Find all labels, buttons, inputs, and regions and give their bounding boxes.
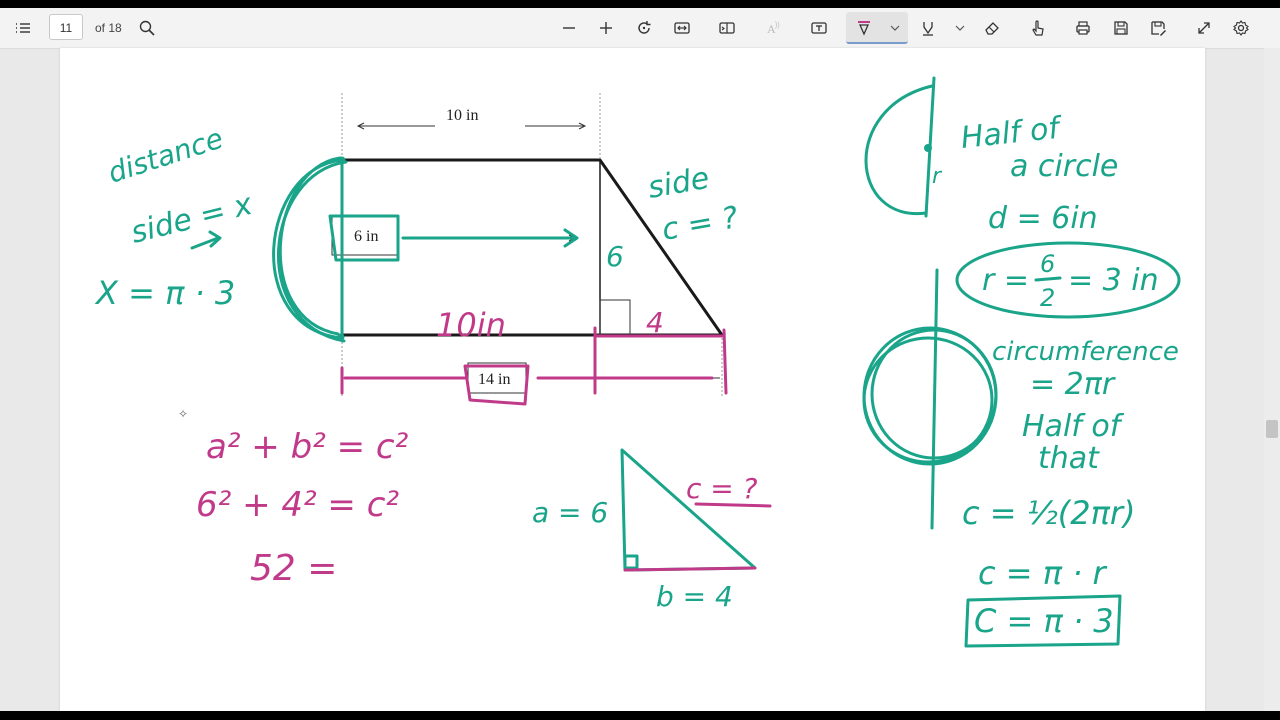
equation-3: 52 =	[250, 548, 337, 589]
highlight-icon[interactable]	[917, 16, 939, 40]
semicircle-ink	[272, 156, 579, 343]
zoom-out-icon[interactable]	[558, 16, 580, 40]
radius-lhs: r =	[982, 263, 1029, 298]
zoom-in-icon[interactable]	[595, 16, 617, 40]
chevron-down-icon[interactable]	[886, 16, 904, 40]
toolbar: 11 of 18 A))	[0, 8, 1280, 49]
scrollbar-thumb[interactable]	[1266, 420, 1278, 438]
left-notes: distance side = x X = π · 3 6 side c = ?	[94, 122, 741, 312]
side-eq-x-note: side = x	[127, 187, 255, 251]
pdf-page[interactable]: 10 in 6 in 14 in distance side = x X = π…	[60, 48, 1205, 711]
circumference-work: c = ½(2πr) c = π · r C = π · 3	[962, 494, 1136, 648]
triangle-b-label: b = 4	[656, 580, 733, 613]
vertical-scrollbar[interactable]	[1264, 48, 1280, 711]
radius-denominator: 2	[1040, 284, 1055, 312]
radius-result: = 3 in	[1068, 263, 1159, 298]
side-note: side	[645, 161, 712, 206]
c-question-note: c = ?	[659, 200, 741, 248]
fullscreen-icon[interactable]	[1193, 16, 1215, 40]
settings-icon[interactable]	[1230, 16, 1252, 40]
half-of-that-note-1: Half of	[1022, 409, 1125, 444]
touch-icon[interactable]	[1027, 16, 1049, 40]
equation-1: a² + b² = c²	[206, 427, 409, 467]
draw-icon[interactable]	[853, 16, 875, 40]
circle-sketch: circumference = 2πr Half of that	[862, 268, 1179, 530]
fit-width-icon[interactable]	[671, 16, 693, 40]
half-circle-sketch: r Half of a circle d = 6in	[864, 76, 1118, 236]
save-icon[interactable]	[1110, 16, 1132, 40]
ten-in-note: 10in	[436, 306, 506, 344]
radius-oval: r = 6 2 = 3 in	[955, 241, 1181, 319]
eraser-icon[interactable]	[981, 16, 1003, 40]
c-final-formula: C = π · 3	[974, 602, 1114, 640]
distance-note: distance	[104, 122, 227, 190]
text-box-icon[interactable]	[808, 16, 830, 40]
read-aloud-icon: A))	[762, 16, 784, 40]
base-ink	[340, 326, 728, 406]
four-note: 4	[646, 306, 664, 339]
triangle-sketch: a = 6 c = ? b = 4	[532, 448, 772, 613]
circumference-note: circumference	[992, 337, 1179, 367]
triangle-c-label: c = ?	[686, 472, 758, 505]
page-number-input[interactable]: 11	[49, 14, 83, 40]
radius-numerator: 6	[1040, 250, 1055, 278]
height-dimension-label: 6 in	[354, 228, 378, 245]
triangle-a-label: a = 6	[532, 496, 608, 529]
letterbox-bottom	[0, 711, 1280, 720]
half-of-that-note-2: that	[1038, 441, 1100, 476]
page-total: of 18	[95, 21, 122, 35]
search-icon[interactable]	[136, 16, 158, 40]
bottom-dimension-label: 14 in	[478, 371, 510, 388]
letterbox-top	[0, 0, 1280, 8]
print-icon[interactable]	[1072, 16, 1094, 40]
svg-text:)): ))	[775, 22, 780, 29]
equation-2: 6² + 4² = c²	[196, 485, 399, 525]
x-eq-note: X = π · 3	[94, 274, 235, 312]
list-icon[interactable]	[12, 16, 34, 40]
c-pi-r-formula: c = π · r	[978, 554, 1108, 592]
c-half-formula: c = ½(2πr)	[962, 494, 1136, 532]
diameter-note: d = 6in	[988, 201, 1098, 236]
save-as-icon[interactable]	[1147, 16, 1169, 40]
top-dimension-label: 10 in	[446, 107, 478, 124]
chevron-down-icon[interactable]	[951, 16, 969, 40]
two-pi-r-note: = 2πr	[1030, 367, 1116, 402]
printed-figure: 10 in 6 in 14 in	[331, 93, 725, 398]
pdf-viewer: 11 of 18 A)) 10 in 6 in 14 in distance s…	[0, 8, 1280, 711]
rotate-icon[interactable]	[633, 16, 655, 40]
a-circle-note: a circle	[1010, 149, 1118, 184]
pythagorean-work: a² + b² = c² 6² + 4² = c² 52 = ✧	[178, 407, 409, 589]
six-note: 6	[606, 240, 624, 273]
page-canvas: 10 in 6 in 14 in distance side = x X = π…	[94, 76, 1181, 648]
cursor-icon: ✧	[178, 407, 188, 421]
radius-label: r	[932, 164, 943, 189]
page-view-icon[interactable]	[716, 16, 738, 40]
